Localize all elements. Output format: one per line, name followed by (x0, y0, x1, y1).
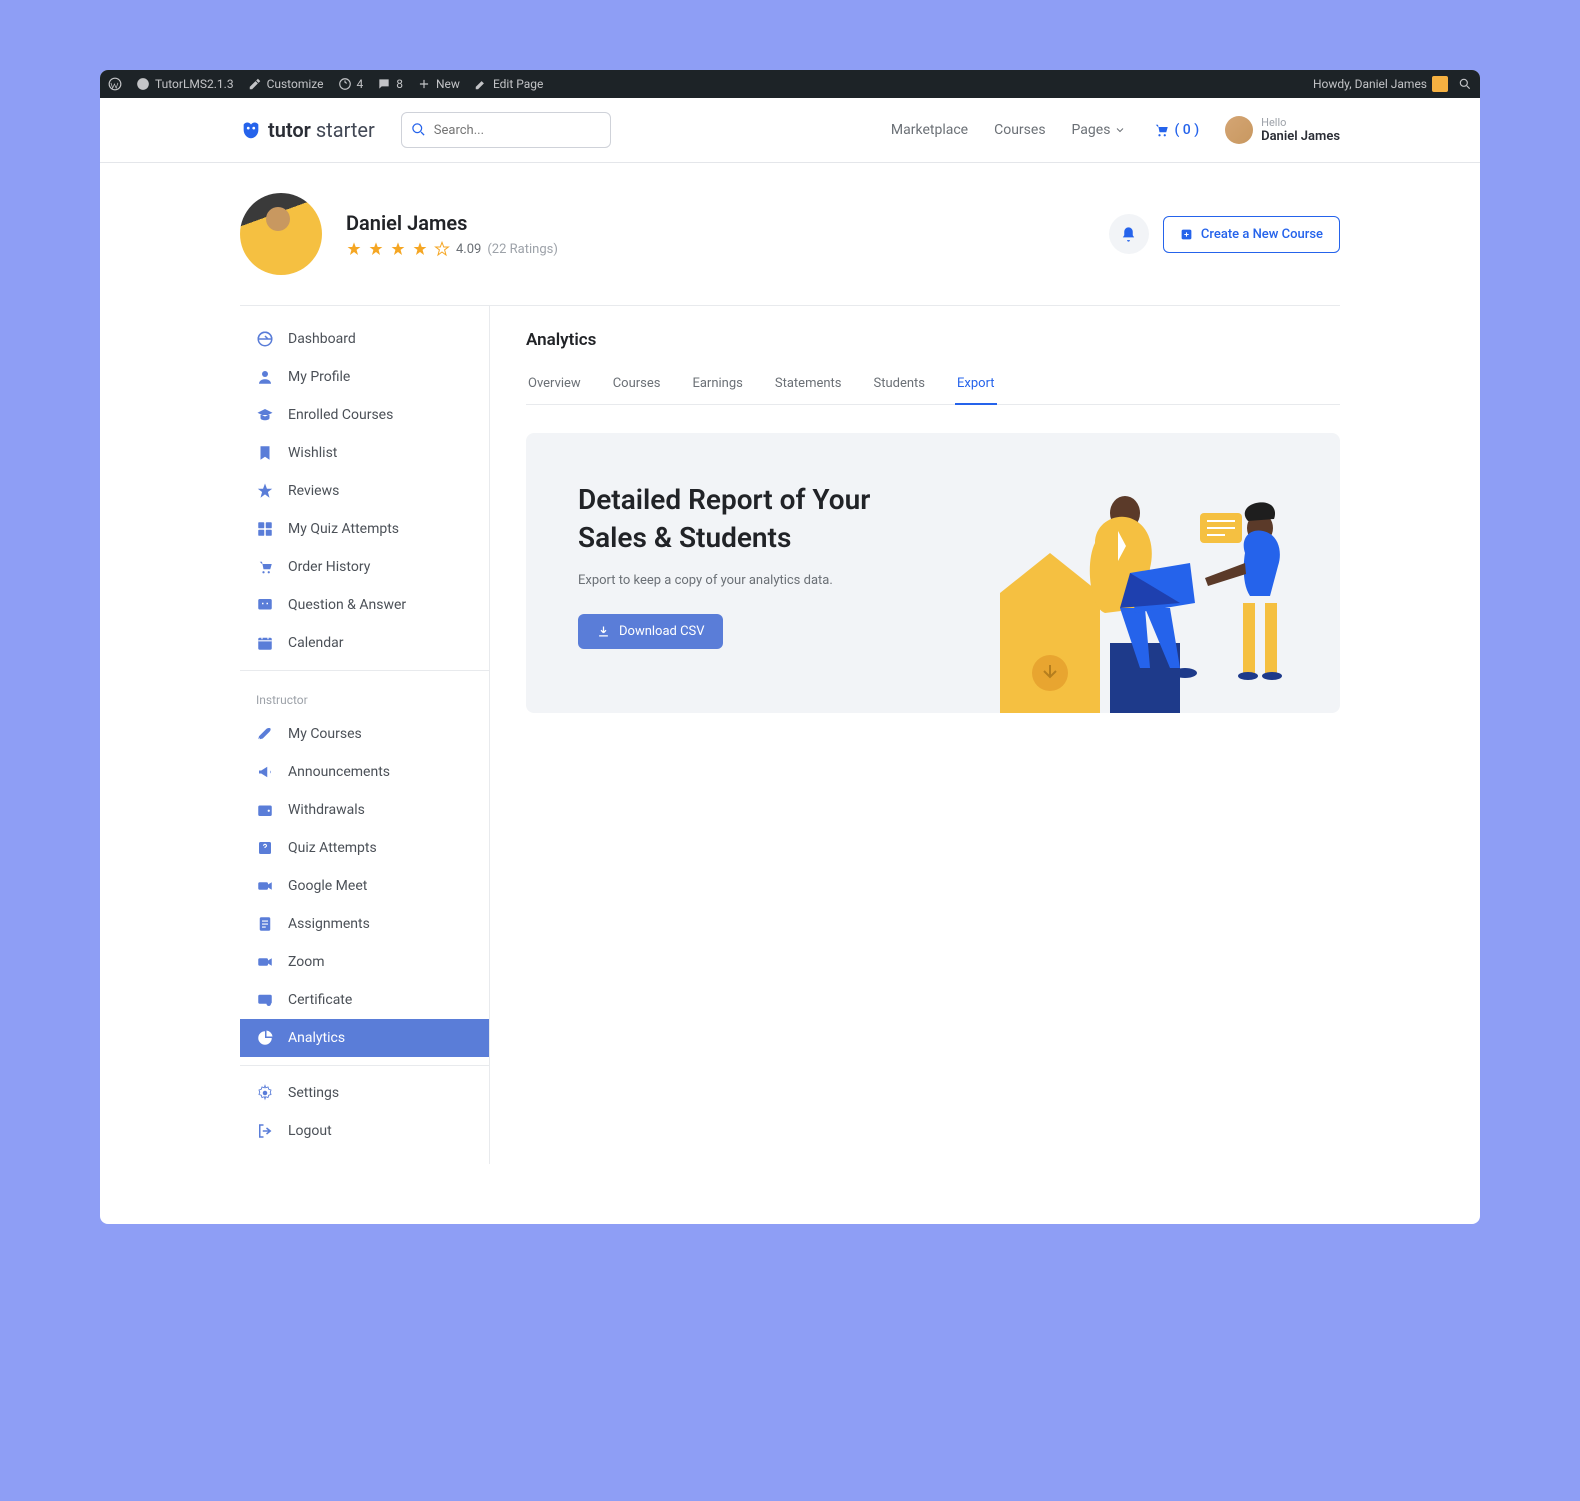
sidebar-item-dashboard[interactable]: Dashboard (240, 320, 489, 358)
dashboard-sidebar: Dashboard My Profile Enrolled Courses Wi… (240, 306, 490, 1164)
graduation-icon (256, 406, 274, 424)
profile-strip: Daniel James 4.09 (22 Ratings) Cre (240, 163, 1340, 306)
video-icon (256, 877, 274, 895)
sidebar-item-settings[interactable]: Settings (240, 1074, 489, 1112)
notifications-button[interactable] (1109, 214, 1149, 254)
cart-icon (256, 558, 274, 576)
card-sub: Export to keep a copy of your analytics … (578, 573, 919, 588)
user-icon (256, 368, 274, 386)
sidebar-section-instructor: Instructor (240, 679, 489, 715)
star-icon (256, 482, 274, 500)
star-icon (412, 241, 428, 257)
page-title: Analytics (526, 330, 1340, 350)
sidebar-item-google-meet[interactable]: Google Meet (240, 867, 489, 905)
plugin-name[interactable]: TutorLMS2.1.3 (136, 77, 234, 91)
star-icon (390, 241, 406, 257)
nav-pages[interactable]: Pages (1072, 122, 1127, 138)
megaphone-icon (256, 763, 274, 781)
sidebar-item-logout[interactable]: Logout (240, 1112, 489, 1150)
main-content: Analytics Overview Courses Earnings Stat… (490, 306, 1340, 1164)
rating-stars: 4.09 (22 Ratings) (346, 241, 558, 257)
wp-logo[interactable] (108, 77, 122, 91)
profile-avatar (240, 193, 322, 275)
profile-name: Daniel James (346, 211, 558, 235)
avatar (1225, 116, 1253, 144)
updates-count[interactable]: 4 (338, 77, 364, 91)
gear-icon (256, 1084, 274, 1102)
sidebar-item-reviews[interactable]: Reviews (240, 472, 489, 510)
wp-admin-bar: TutorLMS2.1.3 Customize 4 8 New Edit Pag… (100, 70, 1480, 98)
rocket-icon (256, 725, 274, 743)
video-icon (256, 953, 274, 971)
howdy-text[interactable]: Howdy, Daniel James (1313, 76, 1448, 92)
create-course-button[interactable]: Create a New Course (1163, 216, 1340, 253)
new-link[interactable]: New (417, 77, 460, 91)
sidebar-item-quiz-attempts[interactable]: My Quiz Attempts (240, 510, 489, 548)
tab-students[interactable]: Students (872, 368, 928, 404)
search-input[interactable] (401, 112, 611, 148)
search-icon (411, 122, 426, 137)
site-header: tutor starter Marketplace Courses Pages … (100, 98, 1480, 163)
cart-icon (1152, 121, 1170, 139)
tab-earnings[interactable]: Earnings (690, 368, 744, 404)
cart-link[interactable]: ( 0 ) (1152, 121, 1199, 139)
tab-statements[interactable]: Statements (773, 368, 844, 404)
sidebar-divider (240, 670, 489, 671)
pie-icon (256, 1029, 274, 1047)
search-box (401, 112, 611, 148)
adminbar-search[interactable] (1458, 77, 1472, 91)
sidebar-item-my-courses[interactable]: My Courses (240, 715, 489, 753)
sidebar-divider (240, 1065, 489, 1066)
sidebar-item-announcements[interactable]: Announcements (240, 753, 489, 791)
logo[interactable]: tutor starter (240, 118, 375, 142)
chevron-down-icon (1114, 124, 1126, 136)
nav-marketplace[interactable]: Marketplace (891, 122, 968, 138)
sidebar-item-calendar[interactable]: Calendar (240, 624, 489, 662)
sidebar-item-assignments[interactable]: Assignments (240, 905, 489, 943)
calendar-icon (256, 634, 274, 652)
illustration (1000, 473, 1340, 713)
tab-courses[interactable]: Courses (611, 368, 663, 404)
logout-icon (256, 1122, 274, 1140)
sidebar-item-qa[interactable]: Question & Answer (240, 586, 489, 624)
star-outline-icon (434, 241, 450, 257)
download-icon (596, 624, 611, 639)
certificate-icon (256, 991, 274, 1009)
edit-page-link[interactable]: Edit Page (474, 77, 543, 91)
bell-icon (1120, 226, 1137, 243)
star-icon (368, 241, 384, 257)
tab-export[interactable]: Export (955, 368, 997, 405)
qa-icon (256, 596, 274, 614)
tab-overview[interactable]: Overview (526, 368, 583, 404)
dashboard-icon (256, 330, 274, 348)
assignment-icon (256, 915, 274, 933)
comments-count[interactable]: 8 (377, 77, 403, 91)
nav-courses[interactable]: Courses (994, 122, 1045, 138)
export-card: Detailed Report of Your Sales & Students… (526, 433, 1340, 713)
sidebar-item-enrolled[interactable]: Enrolled Courses (240, 396, 489, 434)
owl-icon (240, 119, 262, 141)
download-csv-button[interactable]: Download CSV (578, 614, 723, 649)
sidebar-item-wishlist[interactable]: Wishlist (240, 434, 489, 472)
customize-link[interactable]: Customize (248, 77, 324, 91)
question-icon (256, 839, 274, 857)
bookmark-icon (256, 444, 274, 462)
sidebar-item-withdrawals[interactable]: Withdrawals (240, 791, 489, 829)
adminbar-avatar (1432, 76, 1448, 92)
user-menu[interactable]: Hello Daniel James (1225, 116, 1340, 145)
sidebar-item-zoom[interactable]: Zoom (240, 943, 489, 981)
sidebar-item-instructor-quiz[interactable]: Quiz Attempts (240, 829, 489, 867)
quiz-icon (256, 520, 274, 538)
sidebar-item-orders[interactable]: Order History (240, 548, 489, 586)
wallet-icon (256, 801, 274, 819)
star-icon (346, 241, 362, 257)
sidebar-item-certificate[interactable]: Certificate (240, 981, 489, 1019)
analytics-tabs: Overview Courses Earnings Statements Stu… (526, 368, 1340, 405)
card-heading: Detailed Report of Your Sales & Students (578, 481, 919, 557)
sidebar-item-profile[interactable]: My Profile (240, 358, 489, 396)
sidebar-item-analytics[interactable]: Analytics (240, 1019, 489, 1057)
plus-icon (1180, 228, 1193, 241)
